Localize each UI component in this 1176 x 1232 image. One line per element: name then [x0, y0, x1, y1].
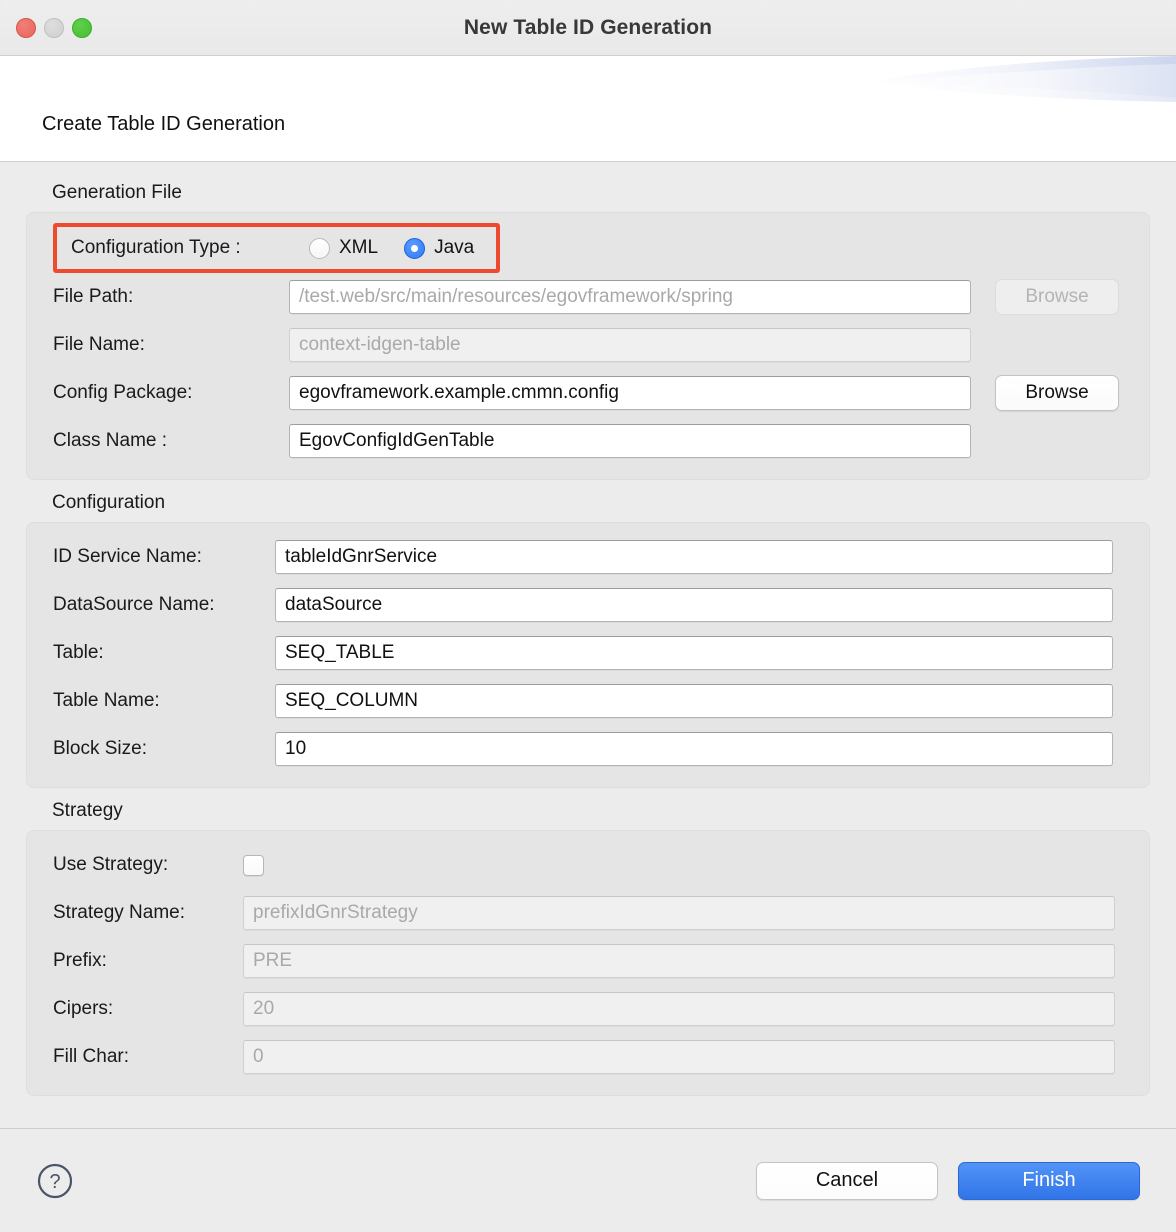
- radio-java-label: Java: [434, 237, 474, 259]
- finish-button[interactable]: Finish: [958, 1162, 1140, 1200]
- row-table: Table: SEQ_TABLE: [27, 629, 1149, 677]
- use-strategy-checkbox[interactable]: [243, 855, 264, 876]
- file-path-input[interactable]: /test.web/src/main/resources/egovframewo…: [289, 280, 971, 314]
- prefix-label: Prefix:: [53, 950, 243, 972]
- generation-file-group: Configuration Type : XML Java File Path:…: [26, 212, 1150, 480]
- class-name-label: Class Name :: [53, 430, 289, 452]
- row-config-package: Config Package: egovframework.example.cm…: [27, 369, 1149, 417]
- row-class-name: Class Name : EgovConfigIdGenTable: [27, 417, 1149, 465]
- class-name-input[interactable]: EgovConfigIdGenTable: [289, 424, 971, 458]
- row-datasource-name: DataSource Name: dataSource: [27, 581, 1149, 629]
- title-bar: New Table ID Generation: [0, 0, 1176, 56]
- section-title-configuration: Configuration: [0, 488, 1176, 522]
- fill-char-input[interactable]: 0: [243, 1040, 1115, 1074]
- fill-char-label: Fill Char:: [53, 1046, 243, 1068]
- section-title-strategy: Strategy: [0, 796, 1176, 830]
- use-strategy-label: Use Strategy:: [53, 854, 243, 876]
- radio-option-java[interactable]: Java: [404, 237, 474, 259]
- window-title: New Table ID Generation: [0, 16, 1176, 40]
- dialog-footer: ? Cancel Finish: [0, 1128, 1176, 1232]
- window-controls: [16, 18, 92, 38]
- strategy-name-label: Strategy Name:: [53, 902, 243, 924]
- table-name-label: Table Name:: [53, 690, 275, 712]
- file-name-input[interactable]: context-idgen-table: [289, 328, 971, 362]
- datasource-name-input[interactable]: dataSource: [275, 588, 1113, 622]
- config-package-browse-button[interactable]: Browse: [995, 375, 1119, 411]
- strategy-group: Use Strategy: Strategy Name: prefixIdGnr…: [26, 830, 1150, 1096]
- help-icon[interactable]: ?: [36, 1162, 74, 1200]
- table-input[interactable]: SEQ_TABLE: [275, 636, 1113, 670]
- section-strategy: Strategy Use Strategy: Strategy Name: pr…: [0, 796, 1176, 1096]
- configuration-group: ID Service Name: tableIdGnrService DataS…: [26, 522, 1150, 788]
- row-prefix: Prefix: PRE: [27, 937, 1149, 985]
- maximize-button[interactable]: [72, 18, 92, 38]
- row-table-name: Table Name: SEQ_COLUMN: [27, 677, 1149, 725]
- file-path-label: File Path:: [53, 286, 289, 308]
- dialog-window: New Table ID Generation Create Table ID …: [0, 0, 1176, 1232]
- radio-xml-icon[interactable]: [309, 238, 330, 259]
- section-generation-file: Generation File Configuration Type : XML…: [0, 178, 1176, 480]
- file-name-label: File Name:: [53, 334, 289, 356]
- row-strategy-name: Strategy Name: prefixIdGnrStrategy: [27, 889, 1149, 937]
- row-cipers: Cipers: 20: [27, 985, 1149, 1033]
- configuration-type-row: Configuration Type : XML Java: [53, 223, 500, 273]
- id-service-name-input[interactable]: tableIdGnrService: [275, 540, 1113, 574]
- minimize-button[interactable]: [44, 18, 64, 38]
- config-package-input[interactable]: egovframework.example.cmmn.config: [289, 376, 971, 410]
- block-size-input[interactable]: 10: [275, 732, 1113, 766]
- radio-xml-label: XML: [339, 237, 378, 259]
- banner-decoration-icon: [856, 56, 1176, 126]
- page-title: Create Table ID Generation: [42, 113, 285, 136]
- radio-java-icon[interactable]: [404, 238, 425, 259]
- svg-text:?: ?: [49, 1171, 60, 1193]
- table-name-input[interactable]: SEQ_COLUMN: [275, 684, 1113, 718]
- section-title-generation-file: Generation File: [0, 178, 1176, 212]
- row-block-size: Block Size: 10: [27, 725, 1149, 773]
- section-configuration: Configuration ID Service Name: tableIdGn…: [0, 488, 1176, 788]
- datasource-name-label: DataSource Name:: [53, 594, 275, 616]
- cipers-input[interactable]: 20: [243, 992, 1115, 1026]
- cipers-label: Cipers:: [53, 998, 243, 1020]
- strategy-name-input[interactable]: prefixIdGnrStrategy: [243, 896, 1115, 930]
- prefix-input[interactable]: PRE: [243, 944, 1115, 978]
- wizard-header: Create Table ID Generation: [0, 56, 1176, 162]
- configuration-type-label: Configuration Type :: [71, 237, 309, 259]
- row-file-path: File Path: /test.web/src/main/resources/…: [27, 273, 1149, 321]
- radio-option-xml[interactable]: XML: [309, 237, 378, 259]
- table-label: Table:: [53, 642, 275, 664]
- cancel-button[interactable]: Cancel: [756, 1162, 938, 1200]
- block-size-label: Block Size:: [53, 738, 275, 760]
- row-id-service-name: ID Service Name: tableIdGnrService: [27, 533, 1149, 581]
- id-service-name-label: ID Service Name:: [53, 546, 275, 568]
- file-path-browse-button[interactable]: Browse: [995, 279, 1119, 315]
- close-button[interactable]: [16, 18, 36, 38]
- dialog-body: Generation File Configuration Type : XML…: [0, 162, 1176, 1128]
- row-use-strategy: Use Strategy:: [27, 841, 1149, 889]
- row-fill-char: Fill Char: 0: [27, 1033, 1149, 1081]
- config-package-label: Config Package:: [53, 382, 289, 404]
- row-file-name: File Name: context-idgen-table: [27, 321, 1149, 369]
